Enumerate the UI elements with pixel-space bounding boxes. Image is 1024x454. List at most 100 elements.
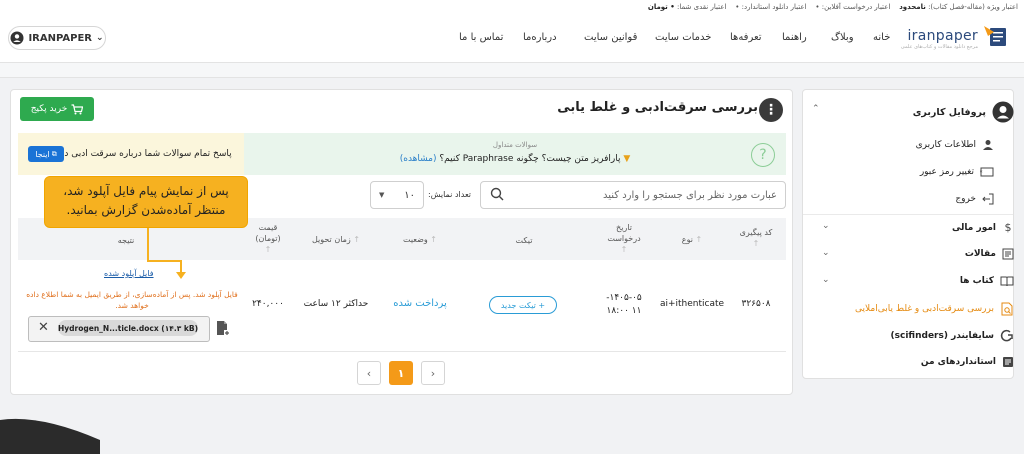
sort-icon: ↑	[752, 239, 760, 248]
buy-package-label: خرید پکیج	[30, 104, 68, 114]
sort-icon: ↑	[620, 245, 628, 254]
sidebar-item-label: کتاب ها	[959, 276, 994, 286]
sidebar-item-user-info[interactable]: اطلاعات کاربری	[916, 139, 994, 151]
pagination-page-1[interactable]: ۱	[389, 361, 413, 385]
logo-text[interactable]: iranpaper	[907, 28, 978, 44]
col-date-label-2: درخواست	[607, 234, 641, 243]
sidebar-item-scifinder[interactable]: سایفایندر (scifinders)	[891, 329, 1014, 343]
chevron-down-icon[interactable]: ⌄	[822, 275, 830, 285]
chevron-down-icon[interactable]: ⌄	[822, 221, 830, 231]
scifinder-icon	[1000, 329, 1013, 342]
sidebar-item-books[interactable]: کتاب ها	[960, 275, 1014, 287]
sidebar-item-finance[interactable]: $ امور مالی	[952, 221, 1014, 234]
callout-connector	[147, 228, 149, 262]
nav-services[interactable]: خدمات سایت	[655, 32, 711, 43]
cell-status: پرداخت شده	[380, 298, 460, 309]
close-icon[interactable]: ✕	[38, 320, 49, 335]
nav-rules[interactable]: قوانین سایت	[584, 32, 637, 43]
user-menu[interactable]: IRANPAPER ⌄	[8, 26, 106, 50]
download-credit-value: •	[735, 3, 740, 11]
search-icon[interactable]	[490, 187, 504, 201]
answers-text: پاسخ تمام سوالات شما درباره سرقت ادبی در	[60, 149, 232, 159]
cell-code: ۳۲۶۵۰۸	[741, 299, 771, 309]
sidebar-item-change-password[interactable]: *** تغییر رمز عبور	[920, 166, 994, 178]
sidebar-item-label: تغییر رمز عبور	[919, 167, 974, 177]
buy-package-button[interactable]: خرید پکیج	[20, 97, 94, 121]
chevron-up-icon[interactable]: ⌃	[812, 104, 820, 114]
new-ticket-label: + تیکت جدید	[500, 300, 546, 310]
sidebar-item-label: اطلاعات کاربری	[915, 140, 976, 150]
file-add-icon[interactable]	[216, 320, 230, 336]
col-code[interactable]: کد پیگیری ↑	[726, 227, 786, 249]
sidebar-item-plagiarism[interactable]: بررسی سرقت‌ادبی و غلط یابی‌املایی	[855, 302, 1014, 316]
nav-guide[interactable]: راهنما	[782, 32, 807, 43]
col-type-label: نوع	[681, 235, 693, 244]
logout-icon	[982, 193, 994, 205]
pagination-prev-button[interactable]: ‹	[357, 361, 381, 385]
chevron-down-icon: ⌄	[96, 33, 104, 43]
faq-question-text: پارافریز متن چیست؟ چگونه Paraphrase کنیم…	[439, 154, 621, 164]
standards-icon	[1003, 357, 1013, 367]
new-ticket-button[interactable]: + تیکت جدید	[489, 296, 557, 314]
logo-icon[interactable]	[982, 24, 1012, 48]
pagination-next-button[interactable]: ›	[421, 361, 445, 385]
col-ticket-label: تیکت	[515, 236, 533, 245]
cash-credit-label: اعتبار نقدی شما:	[676, 3, 727, 11]
person-icon	[983, 140, 993, 150]
sidebar-item-label: مقالات	[964, 249, 996, 259]
col-price[interactable]: قیمت (تومان) ↑	[238, 222, 298, 255]
col-date[interactable]: تاریخ درخواست ↑	[592, 222, 656, 255]
more-icon[interactable]: ⋮	[759, 98, 783, 122]
cell-date-line-1: ۱۴۰۵-۰۵-	[606, 293, 642, 303]
caret-down-icon: ▼	[379, 191, 385, 199]
sort-icon: ↑	[692, 235, 703, 244]
footer-decoration	[0, 418, 100, 454]
callout-line-2: منتظر آماده‌شدن گزارش بمانید.	[66, 203, 226, 217]
faq-title: سوالات متداول	[492, 141, 538, 149]
logo-subtitle: مرجع دانلود مقالات و کتاب‌های علمی	[900, 44, 978, 50]
col-status-label: وضعیت	[402, 235, 428, 244]
sort-icon: ↑	[264, 245, 272, 254]
password-icon: ***	[980, 167, 994, 177]
col-date-label-1: تاریخ	[616, 223, 632, 232]
col-delivery[interactable]: ↑ زمان تحویل	[296, 234, 376, 245]
cell-type: ai+ithenticate	[659, 299, 725, 309]
nav-home[interactable]: خانه	[873, 32, 890, 43]
sidebar-item-logout[interactable]: خروج	[955, 193, 994, 205]
faq-question[interactable]: ▼ پارافریز متن چیست؟ چگونه Paraphrase کن…	[244, 154, 786, 164]
upload-status-message: فایل آپلود شد. پس از آماده‌سازی، از طریق…	[26, 290, 238, 310]
sidebar-profile-label: پروفایل کاربری	[912, 106, 986, 118]
here-label: اینجا	[35, 149, 50, 159]
offline-credit-label: اعتبار درخواست آفلاین:	[821, 3, 891, 11]
uploaded-file-link[interactable]: فایل آپلود شده	[104, 269, 154, 278]
nav-blog[interactable]: وبلاگ	[831, 32, 854, 43]
col-result-label: نتیجه	[117, 236, 135, 245]
search-input[interactable]	[517, 186, 777, 204]
download-credit-label: اعتبار دانلود استاندارد:	[741, 3, 807, 11]
sidebar-item-articles[interactable]: مقالات	[965, 248, 1014, 260]
sidebar-profile-header[interactable]: پروفایل کاربری	[913, 101, 1014, 123]
nav-about[interactable]: درباره‌ما	[523, 32, 557, 43]
callout-connector	[147, 260, 181, 262]
col-status[interactable]: ↑ وضعیت	[380, 234, 460, 245]
search-box	[480, 181, 786, 209]
user-name: IRANPAPER	[28, 32, 92, 44]
nav-contact[interactable]: تماس با ما	[459, 32, 503, 43]
user-icon	[10, 31, 24, 45]
offline-credit-value: •	[815, 3, 820, 11]
page-size-value: ۱۰	[404, 189, 415, 201]
col-code-label: کد پیگیری	[739, 228, 773, 237]
callout-arrow-icon	[176, 272, 186, 279]
col-type[interactable]: ↑ نوع	[660, 234, 724, 245]
faq-view-link[interactable]: (مشاهده)	[400, 154, 437, 164]
here-button[interactable]: اینجا ⧉	[28, 146, 64, 162]
page-size-select[interactable]: ▼ ۱۰	[370, 181, 424, 209]
nav-tariffs[interactable]: تعرفه‌ها	[730, 32, 762, 43]
sort-icon: ↑	[350, 235, 361, 244]
chevron-down-icon[interactable]: ⌄	[822, 248, 830, 258]
sidebar-item-label: سایفایندر (scifinders)	[890, 331, 994, 341]
cell-delivery: حداکثر ۱۲ ساعت	[303, 299, 369, 309]
file-name: Hydrogen_N...ticle.docx (۱۴.۳ kB)	[58, 320, 198, 336]
sidebar-item-standards[interactable]: استانداردهای من	[921, 356, 1014, 368]
avatar-icon	[992, 101, 1014, 123]
